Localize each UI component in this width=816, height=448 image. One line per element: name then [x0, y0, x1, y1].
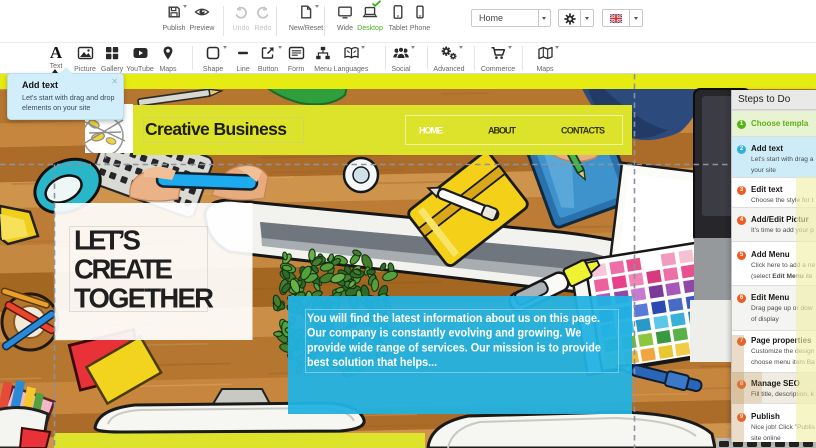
svg-text:CONTACTS: CONTACTS: [561, 126, 605, 136]
svg-text:LET’S: LET’S: [74, 225, 141, 256]
svg-text:Our company is constantly evol: Our company is constantly evolving and g…: [307, 327, 581, 340]
svg-text:CREATE: CREATE: [74, 254, 173, 285]
svg-text:best solution that helps...: best solution that helps...: [307, 357, 437, 370]
svg-text:provide wide range of services: provide wide range of services. Our miss…: [307, 342, 601, 355]
svg-text:You will find the latest infor: You will find the latest information abo…: [307, 313, 600, 326]
svg-text:TOGETHER: TOGETHER: [74, 283, 214, 314]
svg-text:ABOUT: ABOUT: [488, 126, 517, 136]
svg-text:HOME: HOME: [419, 126, 443, 136]
svg-text:Creative Business: Creative Business: [145, 119, 287, 139]
